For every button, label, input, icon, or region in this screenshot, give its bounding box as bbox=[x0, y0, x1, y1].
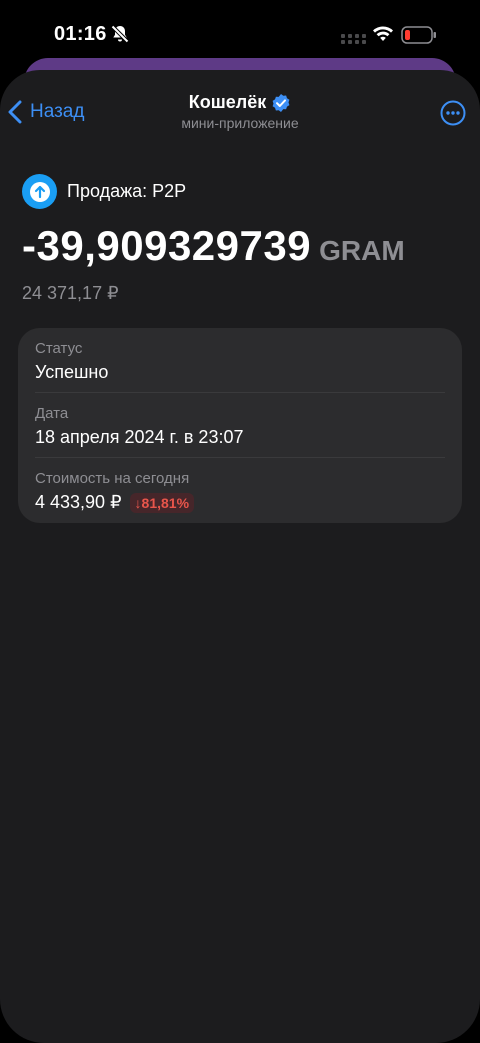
transaction-type-label: Продажа: P2P bbox=[67, 181, 187, 201]
change-badge: ↓81,81% bbox=[129, 492, 195, 513]
value-today-label: Стоимость на сегодня bbox=[35, 470, 190, 487]
date-label: Дата bbox=[35, 405, 69, 422]
arrow-up-icon bbox=[22, 174, 57, 209]
bell-slash-icon bbox=[111, 25, 129, 43]
status-time: 01:16 bbox=[54, 23, 107, 45]
verified-icon bbox=[272, 93, 290, 112]
status-value: Успешно bbox=[35, 362, 109, 382]
signal-icon bbox=[341, 34, 366, 44]
divider bbox=[35, 457, 445, 458]
value-today-row: Стоимость на сегодня 4 433,90 ₽ ↓81,81% bbox=[35, 470, 445, 513]
value-today: 4 433,90 ₽ bbox=[35, 492, 122, 512]
divider bbox=[35, 392, 445, 393]
wifi-icon bbox=[373, 26, 393, 41]
amount-value: -39,909329739 bbox=[22, 222, 312, 269]
transaction-amount: -39,909329739 GRAM bbox=[22, 222, 405, 270]
amount-currency: GRAM bbox=[319, 235, 405, 266]
battery-icon bbox=[401, 26, 436, 44]
page-title: Кошелёк bbox=[188, 92, 267, 112]
more-icon[interactable] bbox=[440, 100, 466, 126]
header-title-block: Кошелёк мини-приложение bbox=[0, 92, 480, 131]
status-label: Статус bbox=[35, 340, 83, 357]
fiat-value: 24 371,17 ₽ bbox=[22, 283, 119, 303]
page-subtitle: мини-приложение bbox=[181, 115, 299, 131]
status-row: Статус Успешно bbox=[35, 340, 445, 383]
date-value: 18 апреля 2024 г. в 23:07 bbox=[35, 427, 244, 447]
date-row: Дата 18 апреля 2024 г. в 23:07 bbox=[35, 405, 445, 448]
details-card: Статус Успешно Дата 18 апреля 2024 г. в … bbox=[18, 328, 462, 523]
transaction-type: Продажа: P2P bbox=[22, 174, 186, 209]
mini-app-sheet bbox=[0, 70, 480, 1043]
